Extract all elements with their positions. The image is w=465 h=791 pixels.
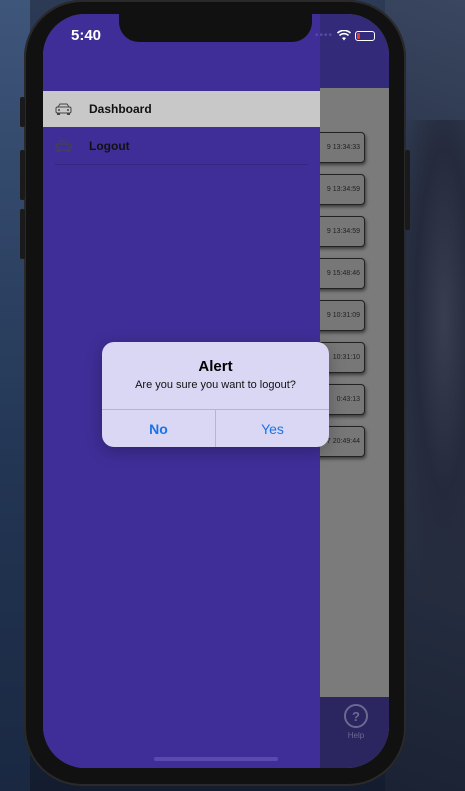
drawer-item-logout[interactable]: Logout (43, 128, 320, 164)
car-icon (55, 103, 72, 115)
no-button[interactable]: No (102, 410, 215, 447)
volume-up-button (20, 150, 25, 200)
wifi-icon (337, 30, 351, 41)
status-icons: •••• (315, 30, 375, 41)
car-icon (55, 140, 72, 152)
drawer-divider (55, 164, 308, 165)
tab-help[interactable]: ? Help (339, 704, 373, 740)
drawer-item-label: Logout (89, 139, 130, 153)
tab-help-label: Help (347, 731, 365, 740)
drawer-item-dashboard[interactable]: Dashboard (43, 91, 320, 127)
alert-message: Are you sure you want to logout? (135, 379, 296, 391)
notch (119, 14, 312, 42)
drawer-item-label: Dashboard (89, 102, 152, 116)
battery-icon (355, 30, 375, 41)
logout-alert-dialog: Alert Are you sure you want to logout? N… (102, 342, 329, 447)
volume-down-button (20, 209, 25, 259)
power-button (405, 150, 410, 230)
mute-switch (20, 97, 25, 127)
alert-title: Alert (198, 358, 233, 375)
status-time: 5:40 (71, 27, 102, 44)
yes-button[interactable]: Yes (216, 410, 329, 447)
home-indicator[interactable] (154, 757, 278, 761)
help-icon: ? (344, 704, 368, 728)
signal-icon: •••• (314, 30, 333, 41)
